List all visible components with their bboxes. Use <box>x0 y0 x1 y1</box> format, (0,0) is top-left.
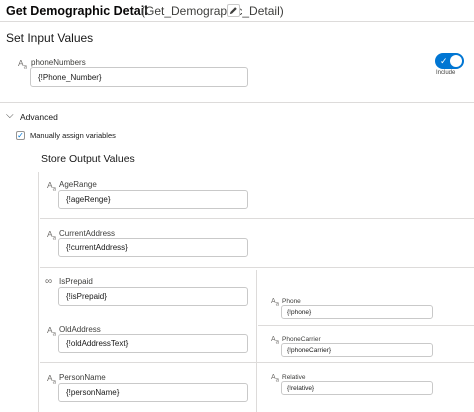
include-toggle[interactable]: ✓ <box>435 53 464 69</box>
text-type-icon: Aa <box>47 325 57 338</box>
is-prepaid-input[interactable]: {!isPrepaid} <box>58 287 248 306</box>
text-type-icon: Aa <box>47 180 57 193</box>
field-label-age-range: AgeRange <box>59 180 97 189</box>
old-address-input[interactable]: {!oldAddressText} <box>58 334 248 353</box>
edit-button[interactable] <box>227 4 240 17</box>
row-divider <box>40 362 474 363</box>
text-type-icon: Aa <box>47 229 57 242</box>
text-type-icon: Aa <box>271 374 280 384</box>
inputs-divider <box>0 102 474 103</box>
person-name-input[interactable]: {!personName} <box>58 383 248 402</box>
text-type-icon: Aa <box>18 58 28 71</box>
age-range-input[interactable]: {!ageRenge} <box>58 190 248 209</box>
left-guide-line <box>38 172 39 412</box>
include-label: Include <box>436 70 456 76</box>
header-divider <box>0 21 474 22</box>
section-title-inputs: Set Input Values <box>6 31 94 45</box>
text-type-icon: Aa <box>271 298 280 308</box>
manual-assign-checkbox[interactable]: ✓ <box>16 131 25 140</box>
text-type-icon: Aa <box>271 336 280 346</box>
phone-input[interactable]: {!phone} <box>281 305 433 319</box>
phone-carrier-input[interactable]: {!phoneCarrier} <box>281 343 433 357</box>
phone-numbers-input[interactable]: {!Phone_Number} <box>30 67 248 87</box>
current-address-input[interactable]: {!currentAddress} <box>58 238 248 257</box>
row-divider <box>40 218 474 219</box>
store-output-title: Store Output Values <box>41 153 135 165</box>
row-divider <box>258 325 474 326</box>
right-guide-line <box>256 270 257 412</box>
field-label-person-name: PersonName <box>59 373 106 382</box>
pencil-icon <box>229 7 237 15</box>
checkmark-icon: ✓ <box>440 56 448 66</box>
page-title: Get Demographic Detail <box>6 4 148 18</box>
chevron-down-icon[interactable]: ⌵ <box>6 111 14 121</box>
boolean-type-icon: ∞ <box>45 276 53 287</box>
manual-assign-label: Manually assign variables <box>30 131 116 140</box>
row-divider <box>40 267 474 268</box>
checkmark-icon: ✓ <box>17 130 24 140</box>
relative-input[interactable]: {!relative} <box>281 381 433 395</box>
text-type-icon: Aa <box>47 373 57 386</box>
field-label-is-prepaid: IsPrepaid <box>59 277 93 286</box>
api-name: (Get_Demographic_Detail) <box>141 4 284 18</box>
advanced-toggle[interactable]: Advanced <box>20 112 58 122</box>
toggle-knob <box>450 55 462 67</box>
